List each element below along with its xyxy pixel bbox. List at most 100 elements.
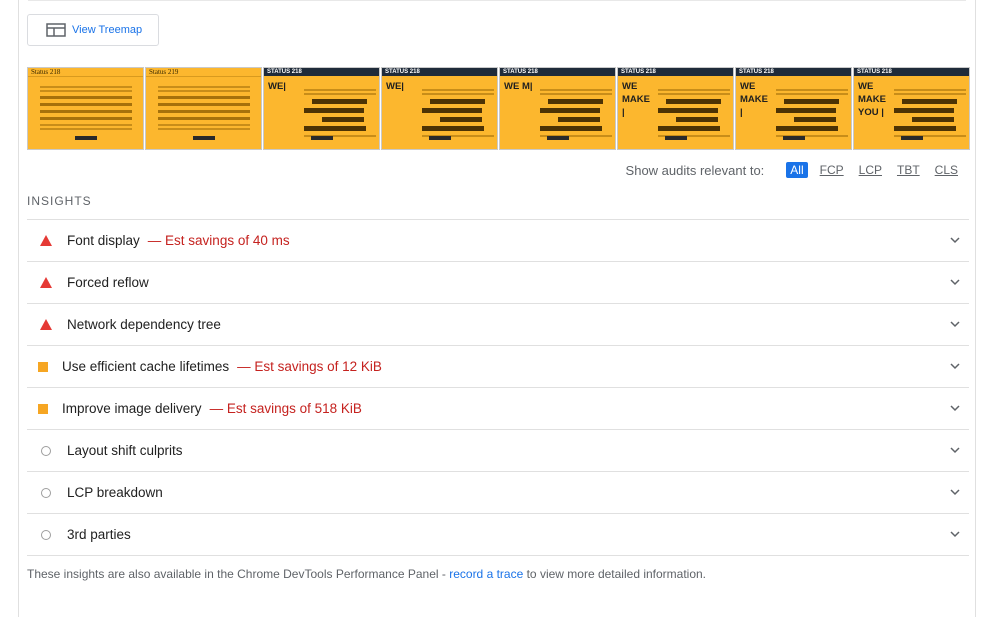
frame-headline: WE MAKE YOU |	[858, 81, 886, 118]
frame-content-lines	[894, 87, 966, 139]
chevron-down-icon[interactable]	[949, 528, 961, 540]
info-circle-icon	[39, 486, 53, 500]
triangle-shape	[40, 319, 52, 330]
insight-title: Forced reflow	[67, 275, 149, 290]
insight-row[interactable]: Network dependency tree	[27, 304, 969, 346]
chevron-down-icon[interactable]	[949, 276, 961, 288]
insight-title: Improve image delivery	[62, 401, 202, 416]
frame-brand: Status 219	[149, 68, 179, 76]
insights-panel: View Treemap Status 218 Status 219 STATUS …	[18, 0, 976, 617]
filmstrip-frame: STATUS 218 WE|	[381, 67, 498, 150]
audit-filter-chips: All FCP LCP TBT CLS	[777, 162, 961, 178]
view-treemap-label: View Treemap	[72, 24, 143, 36]
footer-text-after: to view more detailed information.	[523, 567, 707, 581]
top-divider	[28, 0, 966, 1]
chevron-down-icon[interactable]	[949, 486, 961, 498]
average-square-icon	[36, 402, 50, 416]
audit-filter: Show audits relevant to: All FCP LCP TBT CLS	[626, 162, 961, 178]
frame-content-lines	[422, 87, 494, 139]
frame-content-lines	[158, 84, 250, 132]
chevron-down-icon[interactable]	[949, 360, 961, 372]
circle-shape	[41, 487, 51, 498]
insights-list: Font display — Est savings of 40 ms Forced…	[27, 219, 969, 556]
insight-row[interactable]: LCP breakdown	[27, 472, 969, 514]
insight-row[interactable]: Forced reflow	[27, 262, 969, 304]
frame-brand: STATUS 218	[267, 69, 302, 75]
chevron-down-icon[interactable]	[949, 234, 961, 246]
filmstrip-frame: STATUS 218 WE MAKE |	[617, 67, 734, 150]
insights-section-title: INSIGHTS	[27, 194, 92, 208]
filmstrip-frame: Status 219	[145, 67, 262, 150]
frame-brand: STATUS 218	[739, 69, 774, 75]
insight-row[interactable]: 3rd parties	[27, 514, 969, 556]
frame-content-lines	[658, 87, 730, 139]
filter-chip-cls[interactable]: CLS	[932, 162, 961, 178]
frame-header-bar: STATUS 218	[618, 68, 733, 76]
insight-row[interactable]: Improve image delivery — Est savings of 5…	[27, 388, 969, 430]
chevron-down-icon[interactable]	[949, 318, 961, 330]
filmstrip-frame: STATUS 218 WE MAKE |	[735, 67, 852, 150]
frame-header-bar: STATUS 218	[382, 68, 497, 76]
frame-brand: STATUS 218	[621, 69, 656, 75]
filter-chip-fcp[interactable]: FCP	[817, 162, 847, 178]
insight-savings: — Est savings of 12 KiB	[237, 359, 382, 374]
square-shape	[38, 403, 48, 414]
frame-brand: STATUS 218	[385, 69, 420, 75]
chevron-down-icon[interactable]	[949, 402, 961, 414]
chevron-down-icon[interactable]	[949, 444, 961, 456]
average-square-icon	[36, 360, 50, 374]
frame-headline: WE|	[268, 81, 286, 92]
frame-content-lines	[40, 84, 132, 132]
filmstrip-frame: STATUS 218 WE MAKE YOU |	[853, 67, 970, 150]
frame-header-bar: STATUS 218	[264, 68, 379, 76]
insight-title: Use efficient cache lifetimes	[62, 359, 230, 374]
circle-shape	[41, 529, 51, 540]
frame-content-lines	[540, 87, 612, 139]
frame-cta	[546, 136, 569, 140]
insight-title: Font display	[67, 233, 140, 248]
filter-chip-tbt[interactable]: TBT	[894, 162, 923, 178]
frame-header-bar: Status 218	[28, 68, 143, 77]
frame-header-bar: Status 219	[146, 68, 261, 77]
treemap-icon	[46, 23, 66, 37]
insight-savings: — Est savings of 518 KiB	[209, 401, 362, 416]
insight-row[interactable]: Layout shift culprits	[27, 430, 969, 472]
frame-cta	[74, 136, 97, 140]
frame-header-bar: STATUS 218	[736, 68, 851, 76]
frame-cta	[664, 136, 687, 140]
footer-note: These insights are also available in the…	[27, 567, 706, 581]
insight-title: Layout shift culprits	[67, 443, 183, 458]
frame-headline: WE M|	[504, 81, 533, 92]
frame-cta	[782, 136, 805, 140]
footer-text-before: These insights are also available in the…	[27, 567, 450, 581]
warning-triangle-icon	[39, 276, 53, 290]
frame-brand: STATUS 218	[503, 69, 538, 75]
audit-filter-label: Show audits relevant to:	[625, 162, 765, 178]
view-treemap-button[interactable]: View Treemap	[27, 14, 159, 46]
frame-cta	[900, 136, 923, 140]
insight-row[interactable]: Use efficient cache lifetimes — Est savin…	[27, 346, 969, 388]
filmstrip-frame: STATUS 218 WE M|	[499, 67, 616, 150]
frame-brand: STATUS 218	[857, 69, 892, 75]
info-circle-icon	[39, 444, 53, 458]
record-trace-link[interactable]: record a trace	[449, 567, 523, 581]
filter-chip-all[interactable]: All	[786, 162, 808, 178]
info-circle-icon	[39, 528, 53, 542]
insight-title: 3rd parties	[67, 527, 131, 542]
frame-brand: Status 218	[31, 68, 61, 76]
insight-title: Network dependency tree	[67, 317, 221, 332]
frame-headline: WE|	[386, 81, 404, 92]
filmstrip: Status 218 Status 219 STATUS 218 WE| STATUS …	[27, 67, 971, 150]
triangle-shape	[40, 277, 52, 288]
insight-savings: — Est savings of 40 ms	[147, 233, 290, 248]
filmstrip-frame: Status 218	[27, 67, 144, 150]
frame-header-bar: STATUS 218	[500, 68, 615, 76]
warning-triangle-icon	[39, 318, 53, 332]
insight-title: LCP breakdown	[67, 485, 163, 500]
frame-cta	[310, 136, 333, 140]
filter-chip-lcp[interactable]: LCP	[856, 162, 885, 178]
filmstrip-frame: STATUS 218 WE|	[263, 67, 380, 150]
frame-content-lines	[776, 87, 848, 139]
insight-row[interactable]: Font display — Est savings of 40 ms	[27, 220, 969, 262]
frame-cta	[192, 136, 215, 140]
